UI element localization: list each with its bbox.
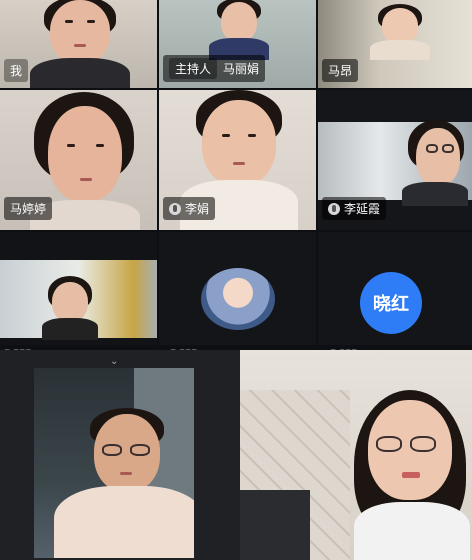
participant-name: 李延霞 <box>344 202 381 216</box>
tile-maang[interactable]: 马昂 <box>318 0 472 88</box>
participant-figure <box>402 120 468 206</box>
tile-participant-7[interactable] <box>0 232 157 345</box>
participant-name: 李娟 <box>185 202 210 216</box>
name-label: 李延霞 <box>322 197 387 220</box>
tile-presenter-left[interactable] <box>34 368 194 558</box>
participant-name: 我 <box>10 64 23 78</box>
name-label: 李娟 <box>163 197 216 220</box>
monitor <box>240 490 310 560</box>
participant-figure <box>370 4 430 60</box>
participant-figure <box>30 0 130 88</box>
host-badge: 主持人 <box>169 58 218 79</box>
tile-participant-8[interactable] <box>159 232 316 345</box>
chevron-down-icon[interactable]: ⌄ <box>110 356 118 367</box>
tile-host[interactable]: 主持人 马丽娟 <box>159 0 316 88</box>
participant-name: 马婷婷 <box>10 202 47 216</box>
video-grid: 我 主持人 马丽娟 马昂 马婷婷 李娟 李延霞 晓红 <box>0 0 472 345</box>
tile-liyanxia[interactable]: 李延霞 <box>318 90 472 230</box>
bottom-video-area: ⌄ <box>0 350 472 560</box>
participant-figure <box>54 408 194 558</box>
name-label: 马婷婷 <box>4 197 53 220</box>
name-label: 我 <box>4 59 29 82</box>
name-label: 主持人 马丽娟 <box>163 55 266 82</box>
tile-xiaohong[interactable]: 晓红 <box>318 232 472 345</box>
participant-figure <box>350 390 470 560</box>
name-label: 马昂 <box>322 59 359 82</box>
tile-lijuan[interactable]: 李娟 <box>159 90 316 230</box>
microphone-icon <box>328 202 340 215</box>
microphone-icon <box>169 202 181 215</box>
participant-name: 马丽娟 <box>223 62 260 76</box>
participant-avatar <box>201 268 275 330</box>
tile-me[interactable]: 我 <box>0 0 157 88</box>
tile-matingting[interactable]: 马婷婷 <box>0 90 157 230</box>
tile-presenter-right[interactable] <box>240 350 472 560</box>
participant-name: 马昂 <box>328 64 353 78</box>
participant-avatar: 晓红 <box>360 272 422 334</box>
participant-figure <box>42 276 98 340</box>
participant-figure <box>209 0 269 60</box>
